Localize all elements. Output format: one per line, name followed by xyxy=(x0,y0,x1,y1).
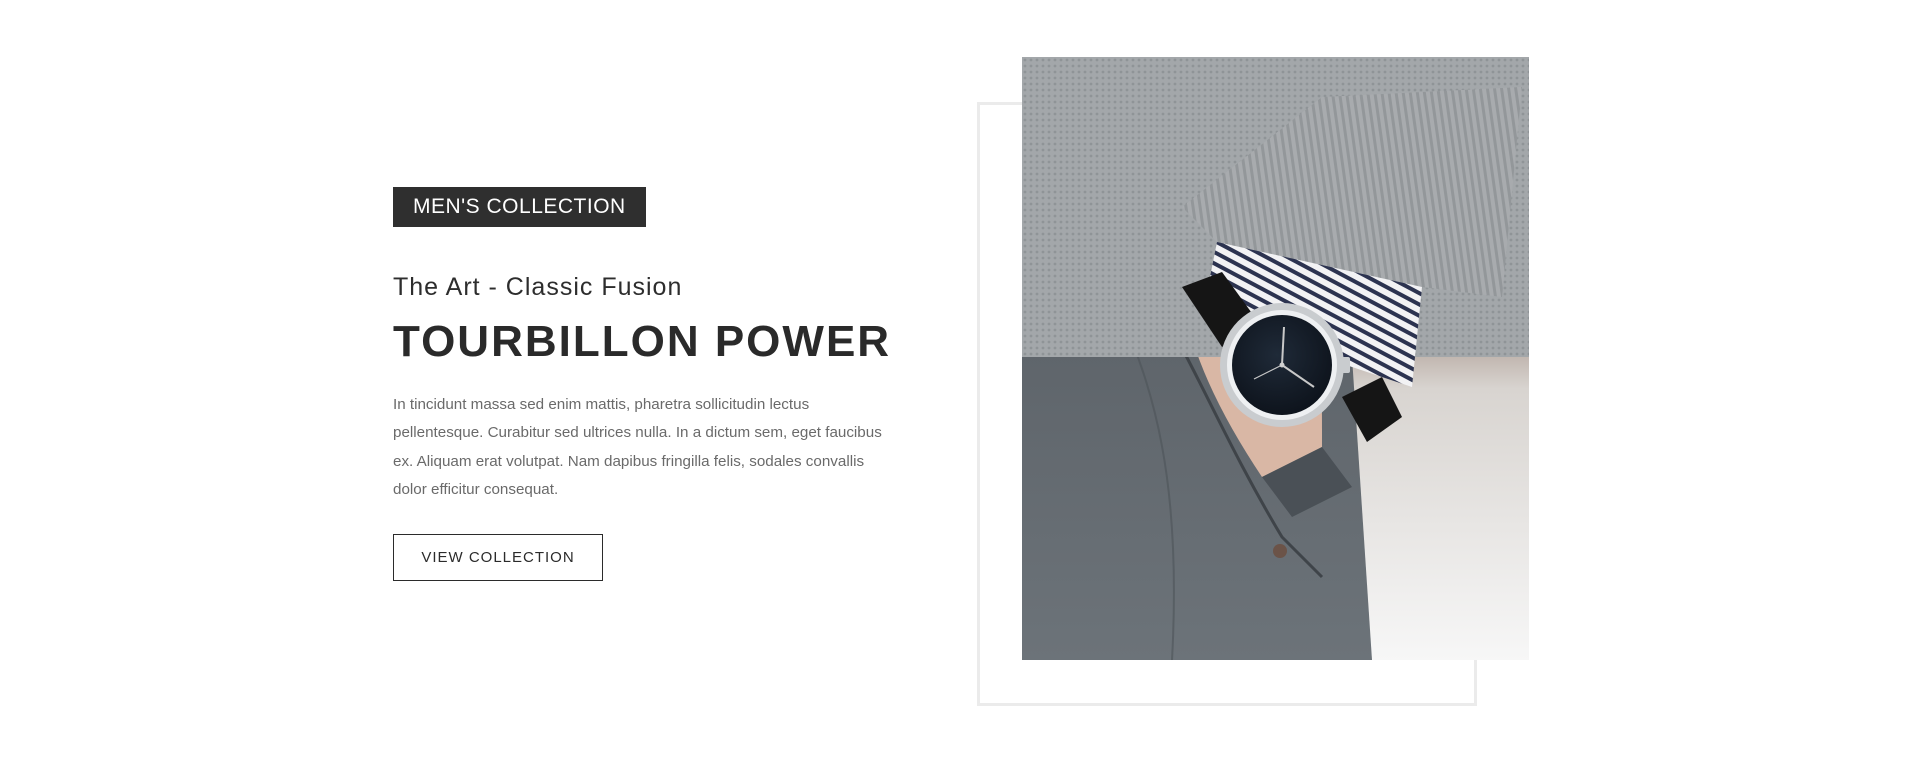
hero-section: MEN'S COLLECTION The Art - Classic Fusio… xyxy=(0,0,1920,758)
collection-badge: MEN'S COLLECTION xyxy=(393,187,646,227)
hero-title: TOURBILLON POWER xyxy=(393,317,892,366)
wristwatch-illustration xyxy=(1022,57,1529,660)
hero-description: In tincidunt massa sed enim mattis, phar… xyxy=(393,396,882,498)
view-collection-button[interactable]: VIEW COLLECTION xyxy=(393,534,603,582)
wristwatch-photo xyxy=(1022,57,1529,660)
hero-subtitle: The Art - Classic Fusion xyxy=(393,273,683,301)
hero-text: MEN'S COLLECTION The Art - Classic Fusio… xyxy=(393,187,913,582)
